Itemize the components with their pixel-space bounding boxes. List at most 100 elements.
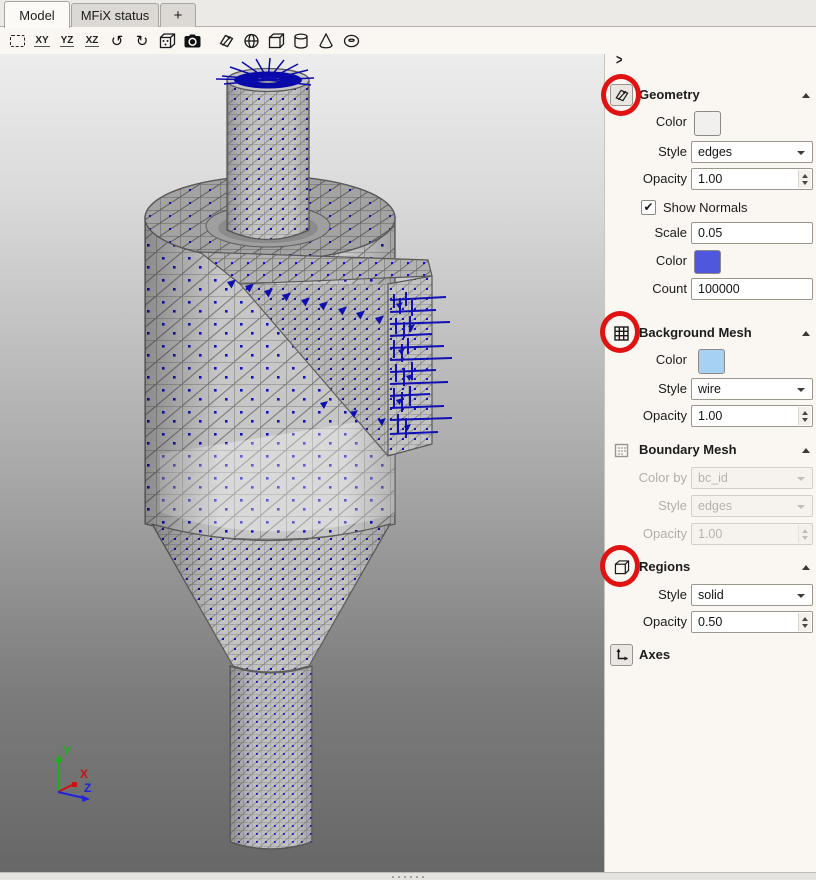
- regions-style-label: Style: [605, 584, 687, 606]
- geometry-style-row: Style edges: [605, 141, 816, 165]
- geometry-opacity-spinbox[interactable]: 1.00: [691, 168, 813, 190]
- normals-scale-row: Scale 0.05: [605, 222, 816, 246]
- rotate-left-icon[interactable]: ↺: [106, 31, 128, 52]
- chevron-down-icon: [797, 388, 805, 392]
- background-mesh-opacity-label: Opacity: [605, 405, 687, 427]
- geometry-opacity-label: Opacity: [605, 168, 687, 190]
- perspective-icon[interactable]: [156, 31, 178, 52]
- background-mesh-color-swatch[interactable]: [698, 349, 725, 374]
- add-torus-icon[interactable]: [340, 31, 362, 52]
- tab-bar: Model MFiX status +: [0, 0, 816, 27]
- regions-collapse-arrow[interactable]: [802, 565, 810, 570]
- dipleg-pipe: [230, 666, 312, 849]
- normals-scale-input[interactable]: 0.05: [691, 222, 813, 244]
- cone-section: [152, 524, 390, 672]
- geometry-section-header: Geometry: [605, 84, 816, 108]
- background-mesh-color-label: Color: [605, 349, 687, 371]
- normals-count-input[interactable]: 100000: [691, 278, 813, 300]
- regions-style-row: Style solid: [605, 584, 816, 608]
- regions-opacity-spinbox[interactable]: 0.50: [691, 611, 813, 633]
- axes-section-title: Axes: [639, 644, 670, 666]
- tab-new[interactable]: +: [160, 3, 196, 27]
- geometry-visibility-toggle[interactable]: [610, 84, 633, 106]
- spinner-buttons[interactable]: [798, 170, 811, 188]
- geometry-color-row: Color: [605, 111, 816, 135]
- reset-view-icon[interactable]: [6, 31, 28, 52]
- background-mesh-section-title: Background Mesh: [639, 322, 752, 344]
- chevron-down-icon: [797, 477, 805, 481]
- background-mesh-collapse-arrow[interactable]: [802, 331, 810, 336]
- boundary-mesh-collapse-arrow[interactable]: [802, 448, 810, 453]
- vtk-toolbar: XY YZ XZ ↺ ↻: [0, 28, 816, 54]
- show-normals-checkbox[interactable]: ✔: [641, 200, 656, 215]
- regions-style-select[interactable]: solid: [691, 584, 813, 606]
- background-mesh-visibility-toggle[interactable]: [610, 322, 633, 344]
- show-normals-row: ✔ Show Normals: [605, 198, 816, 222]
- regions-section-header: Regions: [605, 556, 816, 580]
- collapse-panel-button[interactable]: >: [616, 53, 630, 71]
- boundary-mesh-opacity-spinbox: 1.00: [691, 523, 813, 545]
- geometry-menu-icon[interactable]: [215, 31, 237, 52]
- chevron-down-icon: [797, 505, 805, 509]
- bottom-splitter-bar: [0, 872, 816, 880]
- background-mesh-color-row: Color: [605, 349, 816, 373]
- tab-model[interactable]: Model: [4, 1, 70, 28]
- vortex-finder: [216, 58, 314, 240]
- background-mesh-style-select[interactable]: wire: [691, 378, 813, 400]
- boundary-mesh-opacity-row: Opacity 1.00: [605, 523, 816, 547]
- background-mesh-style-label: Style: [605, 378, 687, 400]
- boundary-mesh-style-select: edges: [691, 495, 813, 517]
- geometry-opacity-row: Opacity 1.00: [605, 168, 816, 192]
- view-xy-button[interactable]: XY: [31, 31, 53, 52]
- normals-color-label: Color: [605, 250, 687, 272]
- add-box-icon[interactable]: [265, 31, 287, 52]
- chevron-down-icon: [797, 151, 805, 155]
- svg-text:Z: Z: [84, 781, 91, 795]
- spinner-buttons[interactable]: [798, 407, 811, 425]
- chevron-down-icon: [797, 594, 805, 598]
- rotate-right-icon[interactable]: ↻: [131, 31, 153, 52]
- add-cone-icon[interactable]: [315, 31, 337, 52]
- regions-visibility-toggle[interactable]: [610, 556, 633, 578]
- add-cylinder-icon[interactable]: [290, 31, 312, 52]
- geometry-color-swatch[interactable]: [694, 111, 721, 136]
- spinner-buttons[interactable]: [798, 613, 811, 631]
- boundary-mesh-color-by-select: bc_id: [691, 467, 813, 489]
- regions-section-title: Regions: [639, 556, 690, 578]
- geometry-color-label: Color: [605, 111, 687, 133]
- boundary-mesh-style-label: Style: [605, 495, 687, 517]
- view-yz-button[interactable]: YZ: [56, 31, 78, 52]
- boundary-mesh-color-by-label: Color by: [605, 467, 687, 489]
- view-xz-button[interactable]: XZ: [81, 31, 103, 52]
- normals-color-swatch[interactable]: [694, 250, 721, 274]
- screenshot-camera-icon[interactable]: [181, 31, 203, 52]
- background-mesh-style-row: Style wire: [605, 378, 816, 402]
- axes-visibility-toggle[interactable]: [610, 644, 633, 666]
- show-normals-label: Show Normals: [663, 198, 748, 217]
- geometry-style-select[interactable]: edges: [691, 141, 813, 163]
- svg-text:X: X: [80, 767, 88, 781]
- visualization-settings-panel: > Geometry Color Style edges: [604, 54, 816, 872]
- boundary-mesh-visibility-toggle[interactable]: [610, 439, 633, 461]
- splitter-handle[interactable]: [392, 876, 424, 878]
- normals-count-row: Count 100000: [605, 278, 816, 302]
- boundary-mesh-opacity-label: Opacity: [605, 523, 687, 545]
- axes-section-header: Axes: [605, 644, 816, 668]
- geometry-collapse-arrow[interactable]: [802, 93, 810, 98]
- mfix-window: Model MFiX status + XY YZ XZ ↺ ↻: [0, 0, 816, 880]
- background-mesh-opacity-row: Opacity 1.00: [605, 405, 816, 429]
- boundary-mesh-color-by-row: Color by bc_id: [605, 467, 816, 491]
- cyclone-mesh-model: Y X Z: [0, 54, 604, 872]
- svg-text:Y: Y: [63, 744, 71, 758]
- regions-opacity-label: Opacity: [605, 611, 687, 633]
- normals-scale-label: Scale: [605, 222, 687, 244]
- vtk-viewport[interactable]: Y X Z: [0, 54, 604, 872]
- boundary-mesh-style-row: Style edges: [605, 495, 816, 519]
- geometry-style-label: Style: [605, 141, 687, 163]
- tab-mfix-status[interactable]: MFiX status: [71, 3, 159, 27]
- normals-count-label: Count: [605, 278, 687, 300]
- add-sphere-icon[interactable]: [240, 31, 262, 52]
- background-mesh-opacity-spinbox[interactable]: 1.00: [691, 405, 813, 427]
- boundary-mesh-section-header: Boundary Mesh: [605, 439, 816, 463]
- normals-color-row: Color: [605, 250, 816, 274]
